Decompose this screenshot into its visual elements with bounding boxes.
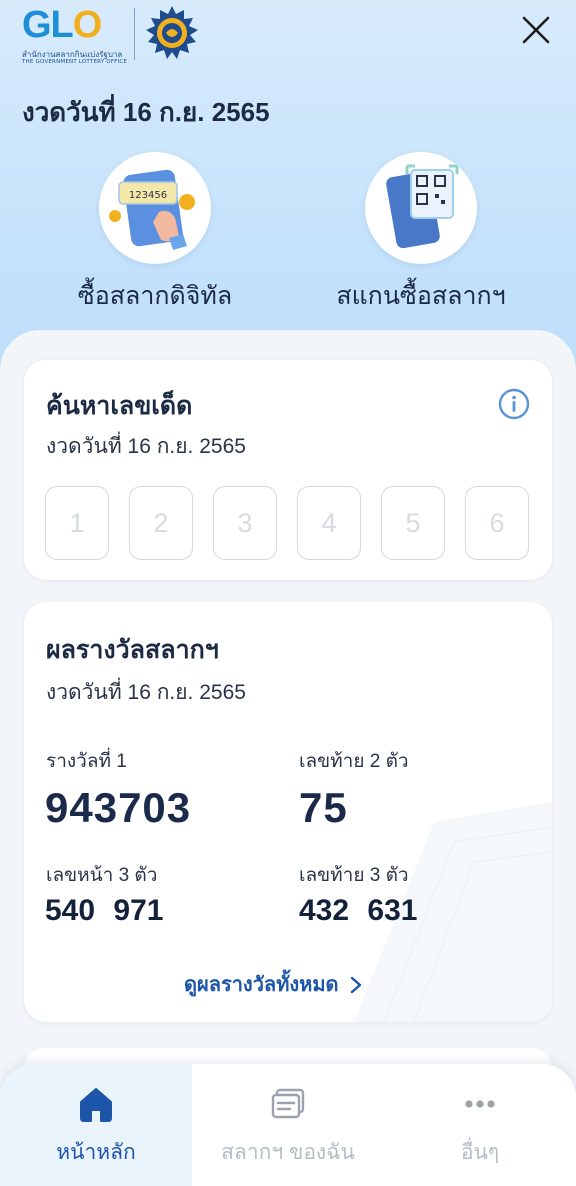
logo-wordmark: GLO — [22, 4, 102, 46]
government-seal-icon — [146, 6, 198, 59]
qr-scan-icon — [365, 152, 477, 264]
info-icon[interactable] — [498, 388, 530, 420]
buy-digital-lottery-icon: 123456 — [99, 152, 211, 264]
results-card-title: ผลรางวัลสลากฯ — [46, 636, 219, 664]
digit-input-2[interactable]: 2 — [129, 486, 193, 560]
lottery-results-card: ผลรางวัลสลากฯ งวดวันที่ 16 ก.ย. 2565 ราง… — [24, 602, 552, 1022]
front-three-digits-numbers: 540 971 — [45, 894, 164, 927]
page-title: งวดวันที่ 16 ก.ย. 2565 — [22, 97, 270, 127]
ticket-number-text: 123456 — [129, 190, 167, 201]
close-icon[interactable] — [518, 12, 554, 48]
nav-home-label: หน้าหลัก — [56, 1141, 136, 1164]
digit-input-1[interactable]: 1 — [45, 486, 109, 560]
lucky-number-search-card: ค้นหาเลขเด็ด งวดวันที่ 16 ก.ย. 2565 1 2 … — [24, 360, 552, 580]
buy-digital-lottery-button[interactable]: 123456 ซื้อสลากดิจิทัล — [30, 152, 280, 316]
digit-input-6[interactable]: 6 — [465, 486, 529, 560]
last-two-digits-label: เลขท้าย 2 ตัว — [299, 751, 409, 772]
more-dots-icon — [465, 1100, 495, 1108]
search-card-draw-date: งวดวันที่ 16 ก.ย. 2565 — [46, 435, 246, 458]
front-three-digits-label: เลขหน้า 3 ตัว — [46, 865, 158, 886]
home-icon — [80, 1088, 112, 1122]
digit-input-5[interactable]: 5 — [381, 486, 445, 560]
tickets-icon — [271, 1088, 305, 1119]
search-card-title: ค้นหาเลขเด็ด — [46, 392, 193, 420]
logo-divider — [134, 8, 135, 60]
logo-subtitle-english: THE GOVERNMENT LOTTERY OFFICE — [22, 59, 128, 65]
glo-logo: GLO สำนักงานสลากกินแบ่งรัฐบาล THE GOVERN… — [22, 4, 222, 66]
nav-home[interactable]: หน้าหลัก — [0, 1064, 192, 1186]
nav-my-tickets[interactable]: สลากฯ ของฉัน — [192, 1064, 384, 1186]
buy-digital-lottery-label: ซื้อสลากดิจิทัล — [77, 282, 233, 310]
see-all-results-label: ดูผลรางวัลทั้งหมด — [184, 974, 339, 996]
scan-buy-lottery-label: สแกนซื้อสลากฯ — [336, 282, 506, 310]
first-prize-label: รางวัลที่ 1 — [46, 751, 127, 772]
see-all-results-link[interactable]: ดูผลรางวัลทั้งหมด — [184, 968, 363, 1000]
first-prize-number: 943703 — [45, 784, 192, 831]
digit-input-4[interactable]: 4 — [297, 486, 361, 560]
nav-more[interactable]: อื่นๆ — [384, 1064, 576, 1186]
last-two-digits-number: 75 — [299, 784, 348, 831]
chevron-right-icon — [350, 976, 361, 994]
last-three-digits-numbers: 432 631 — [299, 894, 418, 927]
last-three-digits-label: เลขท้าย 3 ตัว — [299, 865, 409, 886]
digit-input-3[interactable]: 3 — [213, 486, 277, 560]
scan-buy-lottery-button[interactable]: สแกนซื้อสลากฯ — [296, 152, 546, 316]
nav-my-tickets-label: สลากฯ ของฉัน — [221, 1141, 355, 1164]
results-card-draw-date: งวดวันที่ 16 ก.ย. 2565 — [46, 681, 246, 704]
nav-more-label: อื่นๆ — [460, 1141, 500, 1164]
bottom-navigation: หน้าหลัก สลากฯ ของฉัน อื่นๆ — [0, 1064, 576, 1186]
